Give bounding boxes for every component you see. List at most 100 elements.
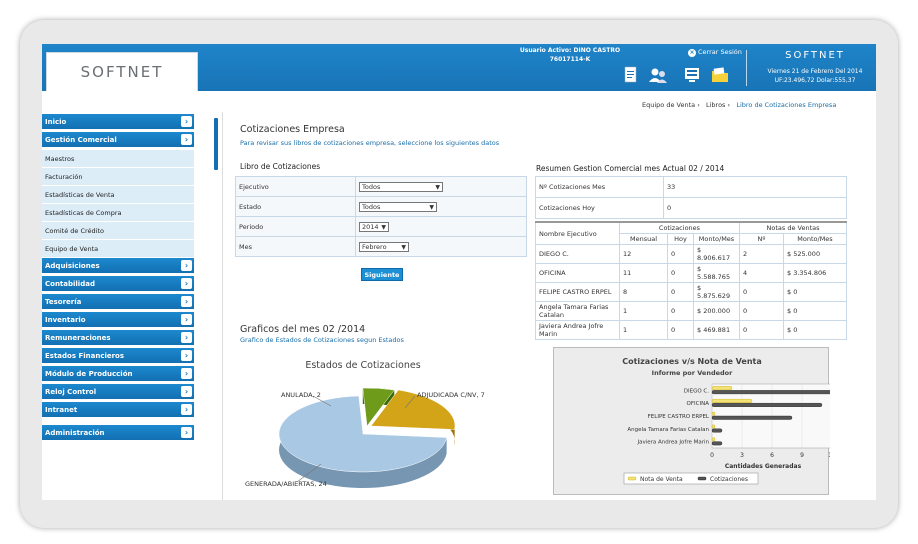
table-cell: 0 — [739, 282, 784, 302]
sidebar-item-contabilidad[interactable]: Contabilidad › — [42, 276, 194, 291]
col-header: Monto/Mes — [693, 233, 740, 245]
form-row-periodo: Periodo 2014 ▼ — [235, 216, 527, 237]
pie-label: ANULADA, 2 — [281, 391, 321, 399]
monitor-icon[interactable] — [682, 66, 702, 84]
sidebar-item-label: Facturación — [45, 172, 83, 181]
chevron-right-icon: › — [181, 427, 192, 438]
table-row: Cotizaciones Hoy 0 — [535, 197, 847, 219]
sidebar-item-administracion[interactable]: Administración › — [42, 425, 194, 440]
bar-cotizaciones — [711, 403, 823, 407]
table-cell: 0 — [667, 320, 694, 340]
table-row: DIEGO C. 12 0 $ 8.906.617 2 $ 525.000 — [535, 244, 847, 264]
sidebar-item-label: Adquisiciones — [45, 261, 100, 270]
summary-value: 0 — [663, 197, 847, 219]
sidebar-item-inventario[interactable]: Inventario › — [42, 312, 194, 327]
table-cell: 1 — [619, 301, 668, 321]
executive-name: Javiera Andrea Jofre Marin — [535, 320, 620, 340]
chevron-right-icon: › — [181, 368, 192, 379]
sidebar-item-reloj-control[interactable]: Reloj Control › — [42, 384, 194, 399]
sidebar-item-label: Administración — [45, 428, 105, 437]
mes-select[interactable]: Febrero ▼ — [359, 241, 409, 252]
brand-block: SOFTNET Viernes 21 de Febrero Del 2014 U… — [754, 50, 876, 85]
table-cell: 0 — [667, 301, 694, 321]
sidebar-item-label: Equipo de Venta — [45, 244, 99, 253]
sidebar: Inicio › Gestión Comercial › Maestros Factura… — [42, 114, 194, 443]
form-row-estado: Estado Todos ▼ — [235, 196, 527, 217]
table-cell: 11 — [619, 263, 668, 283]
sidebar-item-label: Estadísticas de Venta — [45, 190, 115, 199]
next-button[interactable]: Siguiente — [361, 268, 403, 281]
sidebar-item-label: Intranet — [45, 405, 78, 414]
executive-name: DIEGO C. — [535, 244, 620, 264]
estado-select[interactable]: Todos ▼ — [359, 201, 437, 212]
bar-nota-de-venta — [711, 437, 716, 442]
pie-label: ADJUDICADA C/NV, 7 — [417, 391, 485, 399]
form-row-ejecutivo: Ejecutivo Todos ▼ — [235, 176, 527, 197]
sidebar-item-comite-de-credito[interactable]: Comité de Crédito — [42, 222, 194, 240]
table-cell: $ 0 — [783, 301, 847, 321]
charts-subtitle: Grafico de Estados de Cotizaciones segun… — [240, 336, 404, 344]
legend-label: Nota de Venta — [640, 476, 683, 483]
sidebar-item-modulo-de-produccion[interactable]: Módulo de Producción › — [42, 366, 194, 381]
chevron-right-icon: › — [181, 260, 192, 271]
breadcrumb: Equipo de Venta › Libros › Libro de Coti… — [642, 101, 837, 109]
table-row: Javiera Andrea Jofre Marin 1 0 $ 469.881 0 $ … — [535, 320, 847, 340]
pie-label: GENERADA/ABIERTAS, 24 — [245, 480, 327, 488]
sidebar-item-gestion-comercial[interactable]: Gestión Comercial › — [42, 132, 194, 147]
form-title: Libro de Cotizaciones — [240, 162, 321, 171]
chevron-right-icon: › — [181, 296, 192, 307]
sidebar-item-tesoreria[interactable]: Tesorería › — [42, 294, 194, 309]
sidebar-item-inicio[interactable]: Inicio › — [42, 114, 194, 129]
charts-title: Graficos del mes 02 /2014 — [240, 324, 366, 335]
sidebar-item-estadisticas-de-venta[interactable]: Estadísticas de Venta — [42, 186, 194, 204]
logout-link[interactable]: × Cerrar Sesión — [688, 48, 742, 57]
logout-label: Cerrar Sesión — [698, 48, 742, 56]
chevron-down-icon: ▼ — [429, 203, 434, 211]
bar-chart: Cotizaciones v/s Nota de Venta Informe po… — [622, 357, 866, 485]
chevron-right-icon: › — [181, 278, 192, 289]
bar-nota-de-venta — [711, 424, 716, 429]
table-cell: 0 — [667, 244, 694, 264]
periodo-select[interactable]: 2014 ▼ — [359, 221, 389, 232]
chevron-right-icon: › — [181, 314, 192, 325]
form-cell: Febrero ▼ — [355, 236, 527, 257]
sidebar-item-maestros[interactable]: Maestros — [42, 150, 194, 168]
sidebar-item-equipo-de-venta[interactable]: Equipo de Venta — [42, 240, 194, 258]
legend-swatch — [627, 476, 637, 481]
header-divider — [746, 50, 747, 86]
document-icon[interactable] — [620, 66, 640, 84]
sidebar-item-intranet[interactable]: Intranet › — [42, 402, 194, 417]
sidebar-item-facturacion[interactable]: Facturación — [42, 168, 194, 186]
summary-table: Nº Cotizaciones Mes 33 Cotizaciones Hoy 0 — [535, 176, 847, 219]
ejecutivo-select[interactable]: Todos ▼ — [359, 181, 443, 192]
table-cell: 0 — [667, 263, 694, 283]
table-cell: $ 525.000 — [783, 244, 847, 264]
chevron-right-icon: › — [181, 350, 192, 361]
breadcrumb-item[interactable]: Libros — [706, 101, 725, 109]
breadcrumb-item[interactable]: Equipo de Venta — [642, 101, 695, 109]
sidebar-item-label: Estados Financieros — [45, 351, 125, 360]
content-divider — [222, 112, 223, 500]
user-rut: 76017114-K — [549, 56, 591, 63]
sidebar-item-remuneraciones[interactable]: Remuneraciones › — [42, 330, 194, 345]
summary-label: Cotizaciones Hoy — [535, 197, 664, 219]
folder-icon[interactable] — [710, 66, 730, 84]
softnet-logo[interactable]: SOFTNET — [46, 52, 198, 91]
page-title: Cotizaciones Empresa — [240, 124, 345, 135]
sidebar-item-estados-financieros[interactable]: Estados Financieros › — [42, 348, 194, 363]
chevron-down-icon: ▼ — [401, 243, 406, 251]
bar-cotizaciones — [711, 390, 833, 395]
page-subtitle: Para revisar sus libros de cotizaciones … — [240, 139, 500, 147]
users-icon[interactable] — [648, 66, 668, 84]
table-cell: 2 — [739, 244, 784, 264]
sidebar-toggle[interactable] — [214, 118, 218, 170]
col-header: Monto/Mes — [783, 233, 847, 245]
sidebar-item-estadisticas-de-compra[interactable]: Estadísticas de Compra — [42, 204, 194, 222]
table-cell: $ 5.588.765 — [693, 263, 740, 283]
form-label: Ejecutivo — [235, 176, 356, 197]
close-icon: × — [688, 49, 696, 57]
table-cell: $ 5.875.629 — [693, 282, 740, 302]
sidebar-item-adquisiciones[interactable]: Adquisiciones › — [42, 258, 194, 273]
bar-nota-de-venta — [711, 386, 733, 391]
app-screen: SOFTNET Usuario Activo: DINO CASTRO 7601… — [42, 44, 876, 500]
